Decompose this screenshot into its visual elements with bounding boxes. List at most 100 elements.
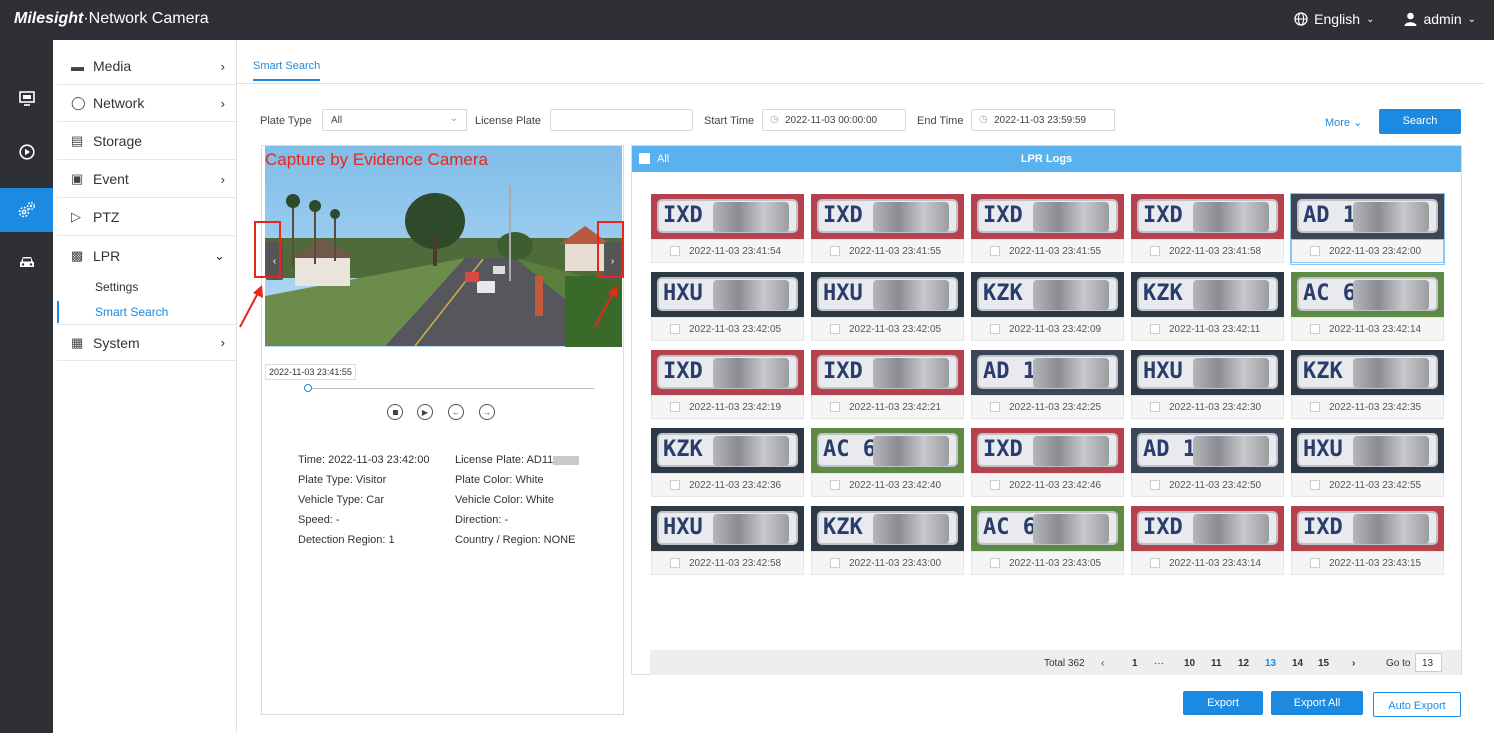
tab-smart-search[interactable]: Smart Search [253,60,321,81]
vehicle-button[interactable] [0,240,53,284]
lpr-log-item[interactable]: AC 64 2022-11-03 23:43:05 [971,506,1124,576]
page-11[interactable]: 11 [1211,658,1222,669]
lpr-log-checkbox[interactable] [670,480,680,490]
page-13-current[interactable]: 13 [1265,658,1276,669]
end-time-picker[interactable]: ◷ 2022-11-03 23:59:59 [971,109,1115,131]
lpr-log-item[interactable]: AC 64 2022-11-03 23:42:40 [811,428,964,498]
sidebar-item-event[interactable]: ▣ Event › [57,161,237,198]
lpr-log-checkbox[interactable] [830,480,840,490]
lpr-log-checkbox[interactable] [670,558,680,568]
lpr-log-checkbox[interactable] [1150,480,1160,490]
lpr-log-item[interactable]: HXU 2022-11-03 23:42:05 [811,272,964,342]
lpr-log-item[interactable]: AC 64 2022-11-03 23:42:14 [1291,272,1444,342]
lpr-log-item[interactable]: AD 11 2022-11-03 23:42:00 [1290,193,1445,265]
lpr-log-item[interactable]: IXD 2022-11-03 23:43:14 [1131,506,1284,576]
license-plate-input[interactable] [550,109,693,131]
lpr-log-checkbox[interactable] [1150,558,1160,568]
lpr-log-item[interactable]: IXD 2022-11-03 23:42:19 [651,350,804,420]
lpr-log-checkbox[interactable] [1310,558,1320,568]
page-1[interactable]: 1 [1132,658,1138,669]
start-time-picker[interactable]: ◷ 2022-11-03 00:00:00 [762,109,906,131]
prev-page-button[interactable]: ‹ [1101,658,1104,669]
redaction-blur [1033,358,1109,388]
lpr-log-item[interactable]: KZK 2022-11-03 23:43:00 [811,506,964,576]
lpr-log-checkbox[interactable] [990,402,1000,412]
lpr-log-item[interactable]: HXU 2022-11-03 23:42:30 [1131,350,1284,420]
chevron-right-icon: › [220,171,225,187]
page-ellipsis[interactable]: ··· [1154,658,1164,669]
sidebar-item-network[interactable]: ◯ Network › [57,85,237,122]
sidebar-item-storage[interactable]: ▤ Storage [57,123,237,160]
lpr-log-checkbox[interactable] [1310,402,1320,412]
sidebar-item-media[interactable]: ▬ Media › [57,48,237,85]
page-12[interactable]: 12 [1238,658,1249,669]
lpr-log-item[interactable]: KZK 2022-11-03 23:42:11 [1131,272,1284,342]
sidebar-item-ptz[interactable]: ▷ PTZ [57,199,237,236]
more-filters-toggle[interactable]: More ⌄ [1325,116,1362,129]
sidebar-subitem-settings[interactable]: Settings [57,276,237,298]
lpr-log-checkbox[interactable] [1150,246,1160,256]
lpr-log-checkbox[interactable] [1310,324,1320,334]
next-page-button[interactable]: › [1352,658,1355,669]
lpr-log-checkbox[interactable] [830,324,840,334]
lpr-log-checkbox[interactable] [1310,480,1320,490]
language-selector[interactable]: English ⌄ [1294,11,1374,27]
lpr-log-checkbox[interactable] [990,558,1000,568]
lpr-log-checkbox[interactable] [1310,246,1320,256]
lpr-log-item[interactable]: KZK 2022-11-03 23:42:36 [651,428,804,498]
step-back-button[interactable]: ← [448,404,464,420]
plate-type-select[interactable]: All ⌄ [322,109,467,131]
lpr-log-checkbox[interactable] [670,324,680,334]
playback-progress-handle[interactable] [304,384,312,392]
live-view-button[interactable] [0,76,53,120]
lpr-log-checkbox[interactable] [830,402,840,412]
lpr-log-checkbox[interactable] [990,246,1000,256]
lpr-log-checkbox[interactable] [990,480,1000,490]
sidebar-subitem-smart-search[interactable]: Smart Search [57,301,237,323]
export-button[interactable]: Export [1183,691,1263,715]
sidebar-item-label: Media [93,58,132,74]
plate-text: IXD [1143,515,1183,540]
sidebar-item-system[interactable]: ▦ System › [57,324,237,361]
language-label: English [1314,11,1361,27]
lpr-log-item[interactable]: IXD 2022-11-03 23:42:21 [811,350,964,420]
lpr-log-checkbox[interactable] [1150,402,1160,412]
auto-export-button[interactable]: Auto Export [1373,692,1461,717]
lpr-log-item[interactable]: IXD 2022-11-03 23:41:55 [811,194,964,264]
stop-icon [392,409,398,415]
stop-button[interactable] [387,404,403,420]
playback-progress-track[interactable] [307,388,594,389]
lpr-log-checkbox[interactable] [1150,324,1160,334]
settings-button[interactable] [0,188,53,232]
lpr-log-item[interactable]: IXD 2022-11-03 23:43:15 [1291,506,1444,576]
lpr-log-caption: 2022-11-03 23:43:05 [971,551,1124,575]
page-14[interactable]: 14 [1292,658,1303,669]
lpr-log-checkbox[interactable] [830,558,840,568]
lpr-log-item[interactable]: AD 11 2022-11-03 23:42:50 [1131,428,1284,498]
page-10[interactable]: 10 [1184,658,1195,669]
lpr-log-checkbox[interactable] [670,402,680,412]
lpr-log-item[interactable]: HXU 2022-11-03 23:42:55 [1291,428,1444,498]
goto-page-input[interactable]: 13 [1415,653,1442,672]
plate-thumbnail: IXD [1291,506,1444,551]
lpr-log-checkbox[interactable] [670,246,680,256]
lpr-log-item[interactable]: IXD 2022-11-03 23:41:54 [651,194,804,264]
sidebar-item-lpr[interactable]: ▩ LPR ⌄ [57,237,237,274]
play-button[interactable]: ▶ [417,404,433,420]
lpr-log-item[interactable]: HXU 2022-11-03 23:42:05 [651,272,804,342]
export-all-button[interactable]: Export All [1271,691,1363,715]
lpr-log-item[interactable]: KZK 2022-11-03 23:42:09 [971,272,1124,342]
user-menu[interactable]: admin ⌄ [1404,11,1476,27]
lpr-log-item[interactable]: IXD 2022-11-03 23:41:58 [1131,194,1284,264]
lpr-log-checkbox[interactable] [990,324,1000,334]
lpr-log-item[interactable]: HXU 2022-11-03 23:42:58 [651,506,804,576]
playback-button[interactable] [0,130,53,174]
lpr-log-item[interactable]: IXD 2022-11-03 23:42:46 [971,428,1124,498]
lpr-log-checkbox[interactable] [830,246,840,256]
lpr-log-item[interactable]: IXD 2022-11-03 23:41:55 [971,194,1124,264]
lpr-log-item[interactable]: AD 11 2022-11-03 23:42:25 [971,350,1124,420]
page-15[interactable]: 15 [1318,658,1329,669]
search-button[interactable]: Search [1379,109,1461,134]
step-forward-button[interactable]: → [479,404,495,420]
lpr-log-item[interactable]: KZK 2022-11-03 23:42:35 [1291,350,1444,420]
